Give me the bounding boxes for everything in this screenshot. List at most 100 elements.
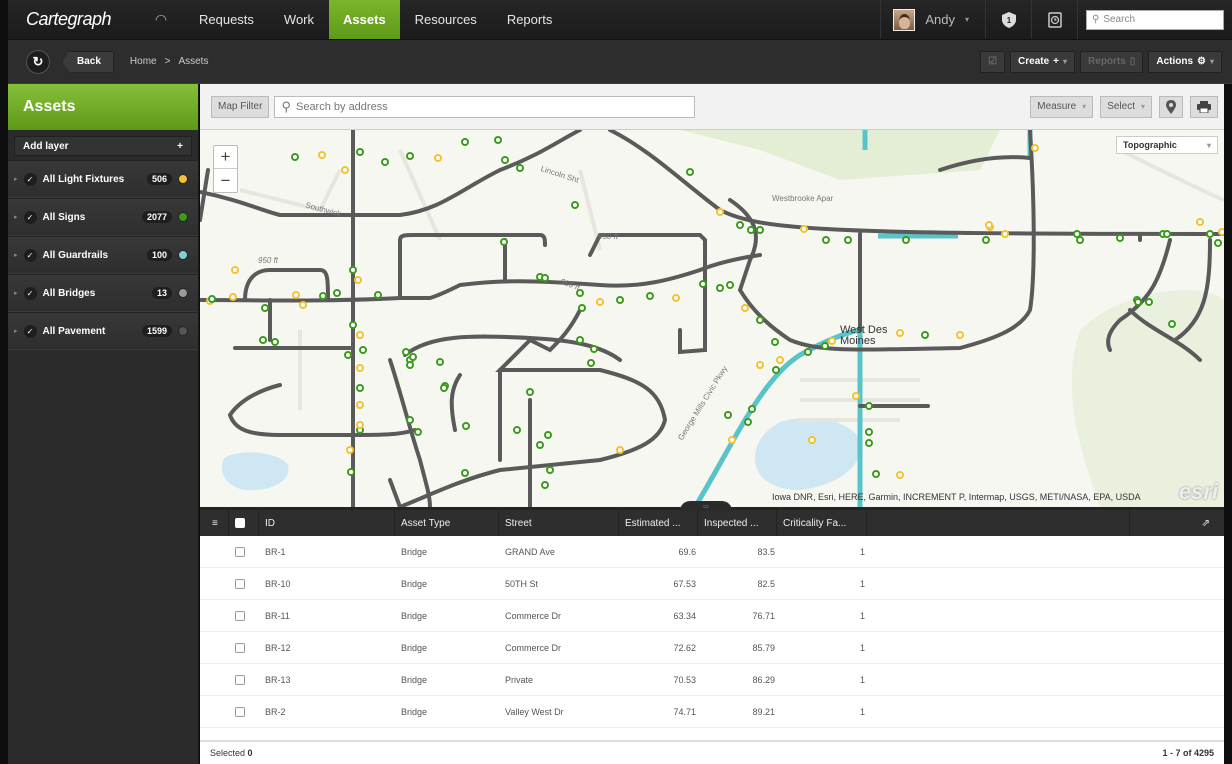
nav-work[interactable]: Work [269,0,329,39]
light-fixture-marker[interactable] [776,356,784,364]
sign-marker[interactable] [822,236,830,244]
light-fixture-marker[interactable] [756,361,764,369]
sign-marker[interactable] [865,428,873,436]
sign-marker[interactable] [921,331,929,339]
layer-item[interactable]: ▸ ✓ All Light Fixtures 506 [8,160,198,198]
zoom-out-button[interactable]: − [214,169,237,192]
sign-marker[interactable] [436,358,444,366]
sign-marker[interactable] [1073,230,1081,238]
light-fixture-marker[interactable] [356,364,364,372]
add-layer-button[interactable]: Add layer + [14,136,192,156]
history-icon[interactable] [1032,0,1078,39]
sort-icon[interactable]: ≡ [200,510,229,536]
layer-item[interactable]: ▸ ✓ All Signs 2077 [8,198,198,236]
layer-visibility-checkbox[interactable]: ✓ [23,172,37,186]
sign-marker[interactable] [1145,298,1153,306]
sign-marker[interactable] [616,296,624,304]
sign-marker[interactable] [414,428,422,436]
sign-marker[interactable] [1214,239,1222,247]
light-fixture-marker[interactable] [356,421,364,429]
column-header-street[interactable]: Street [499,510,619,536]
sign-marker[interactable] [736,221,744,229]
layer-item[interactable]: ▸ ✓ All Guardrails 100 [8,236,198,274]
sign-marker[interactable] [291,153,299,161]
basemap-dropdown[interactable]: Topographic ▾ [1116,136,1218,154]
layer-visibility-checkbox[interactable]: ✓ [23,210,37,224]
measure-dropdown[interactable]: Measure ▾ [1030,95,1094,118]
nav-requests[interactable]: Requests [184,0,269,39]
sign-marker[interactable] [406,361,414,369]
light-fixture-marker[interactable] [985,221,993,229]
expand-arrow-icon[interactable]: ▸ [14,327,18,335]
sign-marker[interactable] [500,238,508,246]
expand-arrow-icon[interactable]: ▸ [14,175,18,183]
layer-visibility-checkbox[interactable]: ✓ [23,286,37,300]
sign-marker[interactable] [982,236,990,244]
sign-marker[interactable] [516,164,524,172]
back-button[interactable]: Back [62,50,114,73]
light-fixture-marker[interactable] [852,392,860,400]
sign-marker[interactable] [349,266,357,274]
column-header-criticality[interactable]: Criticality Fa... [777,510,867,536]
expand-arrow-icon[interactable]: ▸ [14,289,18,297]
table-row[interactable]: BR-11 Bridge Commerce Dr 63.34 76.71 1 [200,600,1224,632]
external-link-icon[interactable]: ⇗ [1130,510,1224,536]
table-row[interactable]: BR-13 Bridge Private 70.53 86.29 1 [200,664,1224,696]
refresh-button[interactable]: ↻ [26,49,50,74]
sign-marker[interactable] [406,416,414,424]
layer-color-swatch[interactable] [178,288,188,298]
address-search-input[interactable]: ⚲ Search by address [274,95,696,118]
sign-marker[interactable] [756,226,764,234]
sign-marker[interactable] [571,201,579,209]
sign-marker[interactable] [747,226,755,234]
light-fixture-marker[interactable] [434,154,442,162]
light-fixture-marker[interactable] [672,294,680,302]
table-row[interactable]: BR-12 Bridge Commerce Dr 72.62 85.79 1 [200,632,1224,664]
sign-marker[interactable] [344,351,352,359]
sign-marker[interactable] [333,289,341,297]
light-fixture-marker[interactable] [346,446,354,454]
table-row[interactable]: BR-10 Bridge 50TH St 67.53 82.5 1 [200,568,1224,600]
light-fixture-marker[interactable] [292,291,300,299]
sign-marker[interactable] [865,402,873,410]
sign-marker[interactable] [1163,230,1171,238]
sign-marker[interactable] [726,281,734,289]
sign-marker[interactable] [440,384,448,392]
sign-marker[interactable] [576,336,584,344]
sign-marker[interactable] [1076,236,1084,244]
light-fixture-marker[interactable] [800,225,808,233]
sign-marker[interactable] [406,152,414,160]
light-fixture-marker[interactable] [356,331,364,339]
sign-marker[interactable] [902,236,910,244]
layer-item[interactable]: ▸ ✓ All Bridges 13 [8,274,198,312]
light-fixture-marker[interactable] [341,166,349,174]
sign-marker[interactable] [686,168,694,176]
nav-assets[interactable]: Assets [329,0,400,39]
sign-marker[interactable] [544,431,552,439]
light-fixture-marker[interactable] [956,331,964,339]
light-fixture-marker[interactable] [1001,230,1009,238]
sign-marker[interactable] [872,470,880,478]
nav-reports[interactable]: Reports [492,0,568,39]
sign-marker[interactable] [541,274,549,282]
expand-arrow-icon[interactable]: ▸ [14,251,18,259]
sign-marker[interactable] [208,295,216,303]
sign-marker[interactable] [1116,234,1124,242]
map-view[interactable]: Lincoln Sht Southwick 950 ft 950 ft 950 … [200,130,1224,507]
light-fixture-marker[interactable] [1031,144,1039,152]
row-checkbox[interactable] [235,674,245,685]
sign-marker[interactable] [772,366,780,374]
sign-marker[interactable] [756,316,764,324]
map-filter-button[interactable]: Map Filter [211,95,270,118]
light-fixture-marker[interactable] [808,436,816,444]
light-fixture-marker[interactable] [1218,228,1224,236]
layer-color-swatch[interactable] [178,174,188,184]
light-fixture-marker[interactable] [896,471,904,479]
reports-button[interactable]: Reports ▯ [1080,50,1144,73]
sign-marker[interactable] [590,345,598,353]
breadcrumb-home[interactable]: Home [130,56,157,67]
sign-marker[interactable] [646,292,654,300]
location-pin-button[interactable] [1159,95,1183,118]
sign-marker[interactable] [462,422,470,430]
shield-icon[interactable]: 1 [986,0,1032,39]
